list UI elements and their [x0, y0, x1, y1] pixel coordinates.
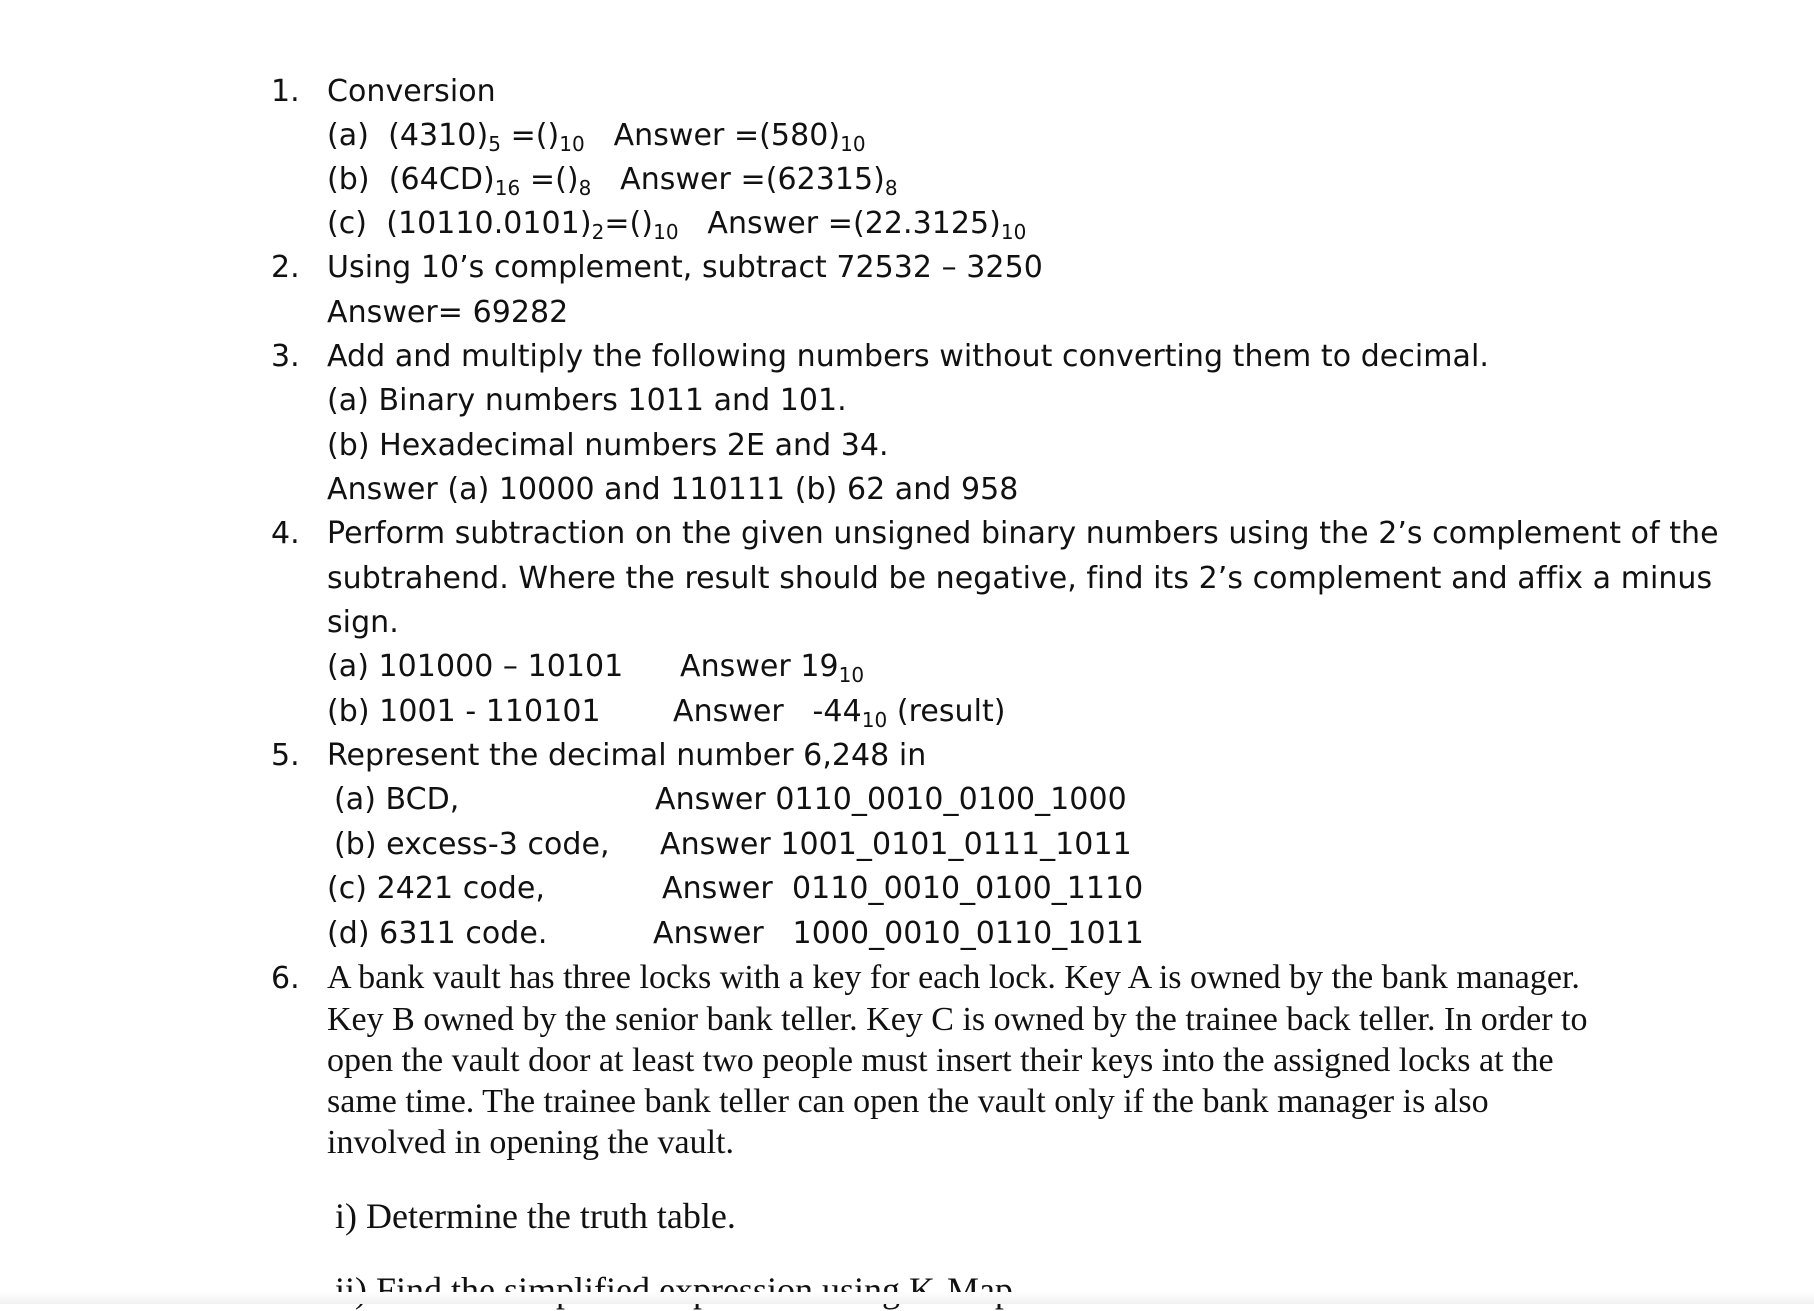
question-6-line-5: involved in opening the vault.: [327, 1124, 734, 1161]
question-6-part-ii: ii) Find the simplified expression using…: [335, 1270, 1022, 1310]
question-5b-label: (b) excess-3 code,: [334, 827, 610, 862]
q4b-answer-text: Answer -44: [673, 694, 862, 729]
question-1c: (c) (10110.0101)2=()10 Answer =(22.3125)…: [327, 202, 1026, 246]
q1a-answer: Answer =(580): [613, 118, 841, 153]
question-5d-label: (d) 6311 code.: [327, 916, 548, 951]
question-6-part-i: i) Determine the truth table.: [335, 1196, 736, 1236]
question-6-line-1: A bank vault has three locks with a key …: [327, 959, 1580, 996]
q4b-answer-suffix: (result): [887, 694, 1006, 729]
page-bottom-edge: [0, 1292, 1814, 1304]
q4b-answer-base: 10: [861, 708, 888, 732]
question-2-answer: Answer= 69282: [327, 295, 569, 330]
question-2-text: Using 10’s complement, subtract 72532 – …: [327, 250, 1043, 285]
q1b-target-base: 8: [578, 176, 592, 200]
q1a-answer-base: 10: [840, 132, 866, 156]
q1c-target-base: 10: [653, 220, 679, 244]
q1c-expr: (10110.0101): [386, 206, 592, 241]
q4a-answer-base: 10: [838, 663, 865, 687]
question-number-3: 3.: [271, 339, 300, 374]
question-4-line-1: Perform subtraction on the given unsigne…: [327, 516, 1719, 551]
q1c-eq: =(): [604, 206, 654, 241]
question-4a-answer: Answer 1910: [680, 645, 864, 689]
q1a-expr: (4310): [388, 118, 489, 153]
q1b-expr: (64CD): [388, 162, 495, 197]
q1b-answer: Answer =(62315): [620, 162, 885, 197]
question-number-4: 4.: [271, 516, 300, 551]
document-page: 1. Conversion (a) (4310)5 =()10 Answer =…: [0, 0, 1814, 1310]
q1b-base: 16: [494, 176, 521, 200]
question-number-5: 5.: [271, 738, 300, 773]
question-6-line-4: same time. The trainee bank teller can o…: [327, 1083, 1489, 1120]
question-5-text: Represent the decimal number 6,248 in: [327, 738, 927, 773]
question-5a-label: (a) BCD,: [334, 782, 460, 817]
question-4a: (a) 101000 – 10101: [327, 649, 624, 684]
question-4b: (b) 1001 - 110101: [327, 694, 601, 729]
question-3b: (b) Hexadecimal numbers 2E and 34.: [327, 428, 889, 463]
q1c-answer-base: 10: [1000, 220, 1027, 244]
question-6-line-2: Key B owned by the senior bank teller. K…: [327, 1001, 1588, 1038]
q1c-label: (c): [327, 206, 368, 241]
question-3-answer: Answer (a) 10000 and 110111 (b) 62 and 9…: [327, 472, 1019, 507]
question-4b-answer: Answer -4410 (result): [673, 690, 1006, 734]
question-number-2: 2.: [271, 250, 300, 285]
q1b-label: (b): [327, 162, 370, 197]
question-1-title: Conversion: [327, 74, 496, 109]
question-6-line-3: open the vault door at least two people …: [327, 1042, 1554, 1079]
q1a-eq: =(): [510, 118, 560, 153]
q1c-base: 2: [591, 220, 605, 244]
question-3a: (a) Binary numbers 1011 and 101.: [327, 383, 847, 418]
question-number-1: 1.: [271, 74, 300, 109]
question-4-line-2: subtrahend. Where the result should be n…: [327, 561, 1713, 596]
q1c-answer: Answer =(22.3125): [707, 206, 1001, 241]
question-5c-answer: Answer 0110_0010_0100_1110: [662, 871, 1144, 906]
q1a-target-base: 10: [559, 132, 585, 156]
question-5a-answer: Answer 0110_0010_0100_1000: [655, 782, 1127, 817]
question-5b-answer: Answer 1001_0101_0111_1011: [660, 827, 1132, 862]
q1a-base: 5: [488, 132, 501, 156]
question-5d-answer: Answer 1000_0010_0110_1011: [653, 916, 1144, 951]
question-number-6: 6.: [271, 961, 300, 996]
question-3-text: Add and multiply the following numbers w…: [327, 339, 1489, 374]
q1b-answer-base: 8: [884, 176, 898, 200]
question-1a: (a) (4310)5 =()10 Answer =(580)10: [327, 114, 866, 158]
question-1b: (b) (64CD)16 =()8 Answer =(62315)8: [327, 158, 898, 202]
question-4-line-3: sign.: [327, 605, 399, 640]
q4a-answer-text: Answer 19: [680, 649, 839, 684]
q1b-eq: =(): [529, 162, 579, 197]
q1a-label: (a): [327, 118, 369, 153]
question-5c-label: (c) 2421 code,: [327, 871, 545, 906]
